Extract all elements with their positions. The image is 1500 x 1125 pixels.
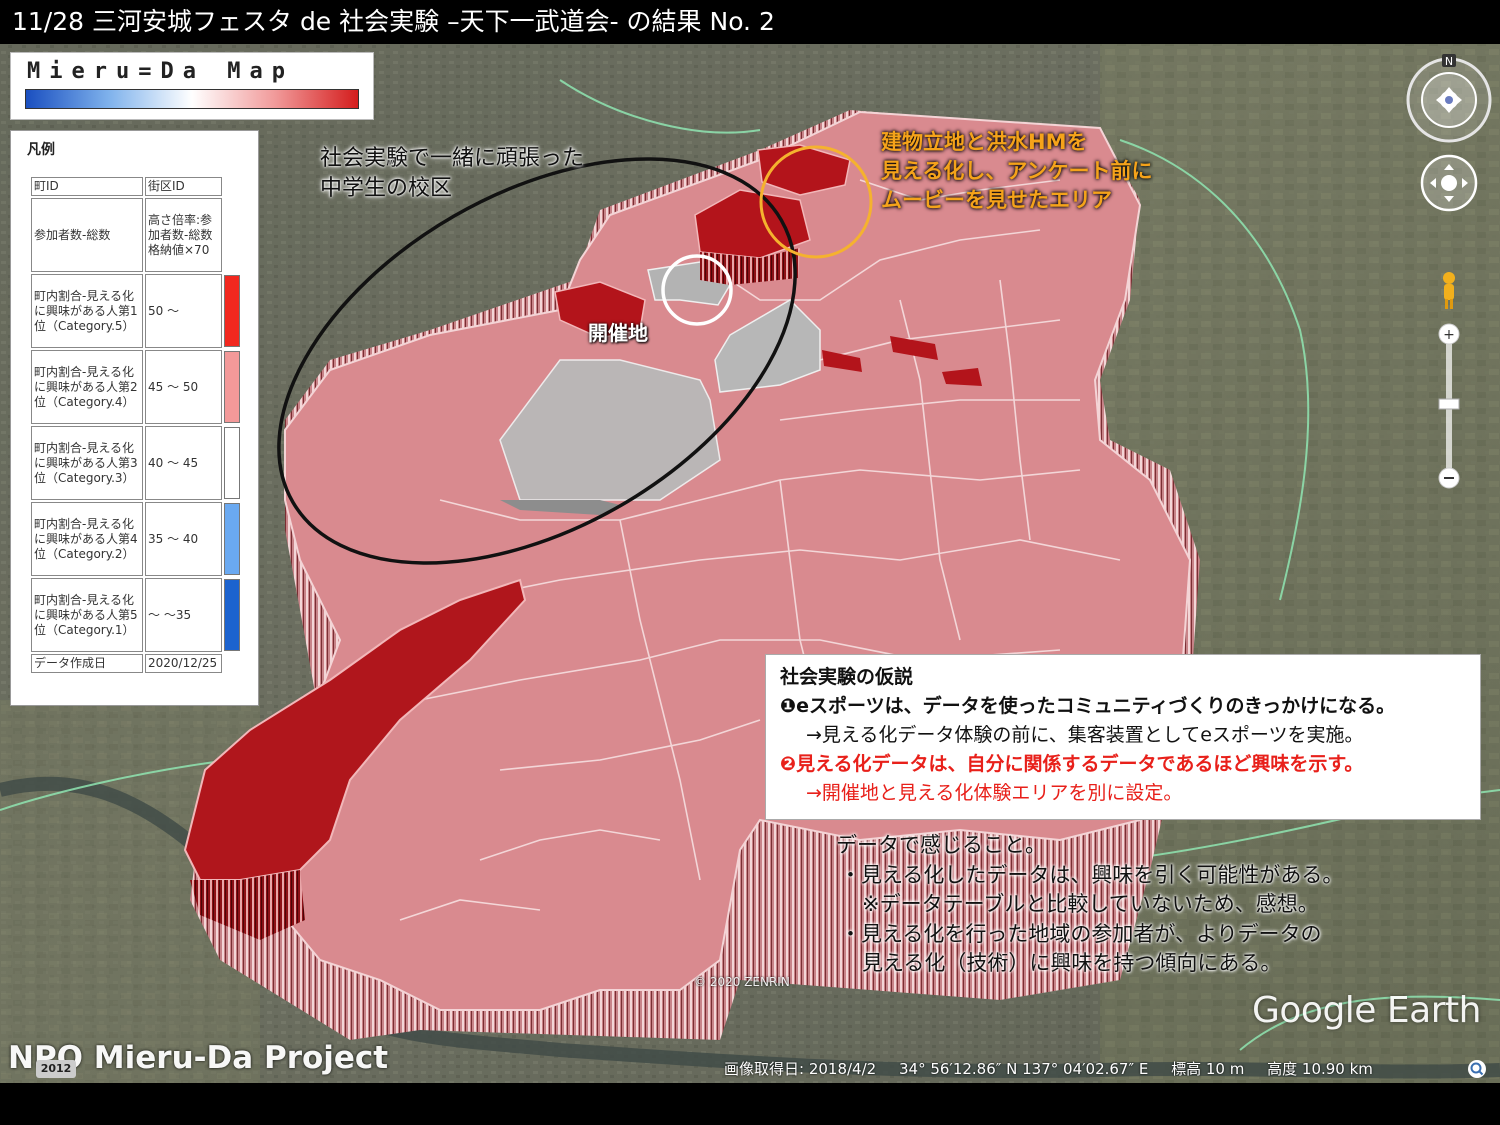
imagery-date: 画像取得日: 2018/4/2 — [724, 1060, 877, 1078]
legend-value: 50 ～ — [145, 274, 222, 348]
legend-label: 町内割合-見える化に興味がある人第5位（Category.1） — [31, 578, 143, 652]
elevation-readout: 標高 10 m — [1171, 1060, 1245, 1078]
legend-value: ～ ～35 — [145, 578, 222, 652]
orange-caption-line: ムービーを見せたエリア — [881, 188, 1112, 212]
pegman-icon[interactable] — [1443, 272, 1455, 309]
legend-row: 町内割合-見える化に興味がある人第5位（Category.1） ～ ～35 — [31, 578, 242, 652]
legend-panel: 凡例 町ID 街区ID 参加者数-総数 高さ倍率:参加者数-総数格納値×70 町… — [10, 130, 259, 706]
legend-label: 町内割合-見える化に興味がある人第1位（Category.5） — [31, 274, 143, 348]
legend-table: 町ID 街区ID 参加者数-総数 高さ倍率:参加者数-総数格納値×70 町内割合… — [29, 175, 244, 675]
look-joystick[interactable] — [1420, 154, 1478, 212]
findings-line: 見える化（技術）に興味を持つ傾向にある。 — [862, 951, 1282, 975]
slide-title: 11/28 三河安城フェスタ de 社会実験 –天下一武道会- の結果 No. … — [0, 0, 1500, 44]
orange-caption-line: 建物立地と洪水HMを — [881, 130, 1088, 154]
hypothesis-item-1: ❶eスポーツは、データを使ったコミュニティづくりのきっかけになる。 — [780, 695, 1396, 717]
legend-row: 町内割合-見える化に興味がある人第2位（Category.4） 45 ～ 50 — [31, 350, 242, 424]
school-caption-line: 中学生の校区 — [320, 176, 453, 201]
hypothesis-item-2: ❷見える化データは、自分に関係するデータであるほど興味を示す。 — [780, 753, 1364, 775]
legend-label: 町内割合-見える化に興味がある人第3位（Category.3） — [31, 426, 143, 500]
legend-label: 町ID — [31, 177, 143, 196]
legend-label: 町内割合-見える化に興味がある人第4位（Category.2） — [31, 502, 143, 576]
findings-line: ※データテーブルと比較していないため、感想。 — [862, 892, 1319, 916]
experience-area-caption: 建物立地と洪水HMを 見える化し、アンケート前に ムービーを見せたエリア — [881, 128, 1153, 215]
school-district-caption: 社会実験で一緒に頑張った 中学生の校区 — [320, 144, 584, 204]
legend-value: 45 ～ 50 — [145, 350, 222, 424]
legend-swatch — [224, 275, 240, 347]
findings-text: データで感じること。 ・見える化したデータは、興味を引く可能性がある。 ※データ… — [836, 831, 1343, 979]
legend-value: 2020/12/25 — [145, 654, 222, 673]
legend-title: 凡例 — [27, 142, 55, 158]
legend-swatch — [224, 503, 240, 575]
legend-label: 参加者数-総数 — [31, 198, 143, 272]
legend-value: 高さ倍率:参加者数-総数格納値×70 — [145, 198, 222, 272]
color-scale-bar — [25, 89, 359, 109]
compass-n-label: N — [1445, 55, 1453, 68]
school-caption-line: 社会実験で一緒に頑張った — [320, 146, 585, 171]
hypothesis-box: 社会実験の仮説 ❶eスポーツは、データを使ったコミュニティづくりのきっかけになる… — [765, 654, 1481, 820]
search-icon[interactable] — [1466, 1058, 1488, 1080]
legend-swatch — [224, 351, 240, 423]
legend-label: データ作成日 — [31, 654, 143, 673]
findings-line: ・見える化したデータは、興味を引く可能性がある。 — [840, 862, 1344, 887]
mieru-da-logo: Mieru=Da Map — [10, 52, 374, 120]
hypothesis-heading: 社会実験の仮説 — [780, 666, 914, 688]
legend-row: 町内割合-見える化に興味がある人第3位（Category.3） 40 ～ 45 — [31, 426, 242, 500]
logo-text: Mieru=Da Map — [27, 59, 294, 84]
findings-line: ・見える化を行った地域の参加者が、よりデータの — [840, 921, 1322, 946]
svg-text:+: + — [1443, 327, 1455, 343]
bottom-bar — [0, 1083, 1500, 1125]
status-bar: 画像取得日: 2018/4/2 34° 56′12.86″ N 137° 04′… — [724, 1058, 1391, 1082]
venue-label: 開催地 — [588, 321, 648, 345]
findings-heading: データで感じること。 — [836, 833, 1046, 857]
coordinates-readout: 34° 56′12.86″ N 137° 04′02.67″ E — [898, 1060, 1149, 1078]
zoom-slider[interactable]: + — [1438, 323, 1460, 489]
legend-row: 町内割合-見える化に興味がある人第1位（Category.5） 50 ～ — [31, 274, 242, 348]
legend-value: 40 ～ 45 — [145, 426, 222, 500]
legend-row: 町内割合-見える化に興味がある人第4位（Category.2） 35 ～ 40 — [31, 502, 242, 576]
legend-row: 参加者数-総数 高さ倍率:参加者数-総数格納値×70 — [31, 198, 242, 272]
orange-caption-line: 見える化し、アンケート前に — [881, 159, 1153, 183]
legend-row: 町ID 街区ID — [31, 177, 242, 196]
navigation-controls[interactable]: N + — [1402, 50, 1498, 490]
legend-value: 街区ID — [145, 177, 222, 196]
legend-row: データ作成日 2020/12/25 — [31, 654, 242, 673]
zenrin-copyright: © 2020 ZENRIN — [694, 975, 790, 989]
legend-swatch — [224, 579, 240, 651]
altitude-readout: 高度 10.90 km — [1267, 1060, 1373, 1078]
hypothesis-item-2-sub: →開催地と見える化体験エリアを別に設定。 — [806, 782, 1183, 804]
legend-label: 町内割合-見える化に興味がある人第2位（Category.4） — [31, 350, 143, 424]
imagery-year-badge[interactable]: 2012 — [36, 1060, 76, 1078]
google-earth-watermark: Google Earth — [1252, 990, 1481, 1031]
slide: 11/28 三河安城フェスタ de 社会実験 –天下一武道会- の結果 No. … — [0, 0, 1500, 1125]
legend-value: 35 ～ 40 — [145, 502, 222, 576]
legend-swatch — [224, 427, 240, 499]
compass-ring[interactable]: N — [1406, 54, 1492, 143]
hypothesis-item-1-sub: →見える化データ体験の前に、集客装置としてeスポーツを実施。 — [806, 724, 1364, 746]
